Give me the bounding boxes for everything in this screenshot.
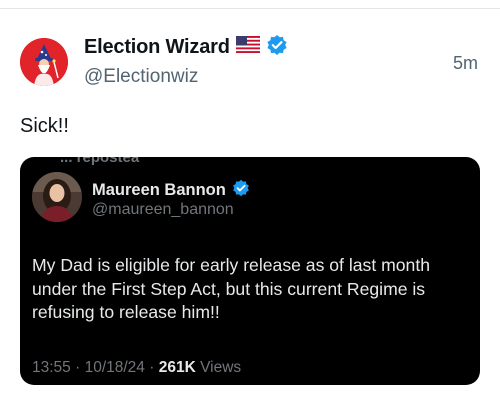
author-name-row: Election Wizard <box>84 34 288 61</box>
quoted-post-date[interactable]: 10/18/24 <box>85 359 145 376</box>
quoted-author-handle[interactable]: @maureen_bannon <box>92 201 234 219</box>
quoted-post-meta: 13:55 · 10/18/24 · 261K Views <box>32 359 241 377</box>
author-display-name[interactable]: Election Wizard <box>84 36 230 59</box>
reposted-line: ... repostea <box>60 157 140 166</box>
meta-separator: · <box>149 359 159 376</box>
wizard-avatar-icon[interactable] <box>20 38 68 86</box>
quoted-post-time[interactable]: 13:55 <box>32 359 71 376</box>
tweet-header: Election Wizard @Electionwiz 5m <box>0 0 500 100</box>
quoted-post-text: My Dad is eligible for early release as … <box>32 255 430 322</box>
quoted-author-display-name[interactable]: Maureen Bannon <box>92 181 226 200</box>
post-text: Sick!! <box>20 115 69 137</box>
us-flag-icon <box>235 35 261 58</box>
author-handle[interactable]: @Electionwiz <box>84 66 198 88</box>
quoted-author-avatar[interactable] <box>32 172 82 222</box>
quoted-post-card[interactable]: ... repostea Maureen Bannon @maureen_ban… <box>20 157 480 385</box>
views-label: Views <box>200 359 242 376</box>
meta-separator: · <box>75 359 85 376</box>
verified-badge-icon[interactable] <box>266 34 288 61</box>
verified-badge-icon[interactable] <box>232 179 250 202</box>
quoted-author-name-row: Maureen Bannon <box>92 179 250 202</box>
views-count: 261K <box>158 359 196 376</box>
post-timestamp[interactable]: 5m <box>453 53 478 74</box>
